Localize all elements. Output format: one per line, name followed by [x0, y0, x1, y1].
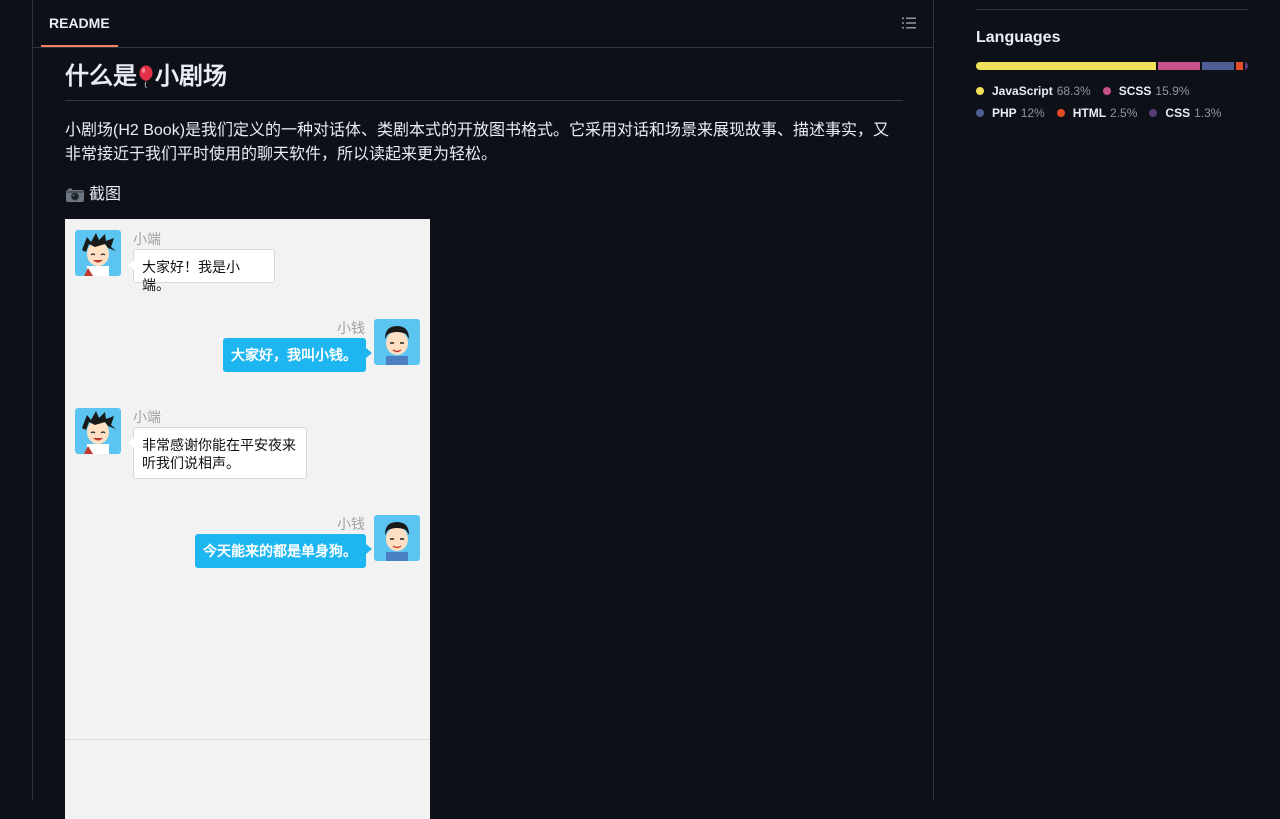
- chat-bubble-left: 大家好！我是小端。: [128, 249, 275, 293]
- chat-bubble-left: 非常感谢你能在平安夜来听我们说相声。: [128, 427, 307, 479]
- language-item-scss[interactable]: SCSS 15.9%: [1102, 82, 1190, 100]
- balloon-icon: [138, 65, 154, 89]
- language-name: PHP: [992, 106, 1017, 120]
- language-color-dot-icon: [1149, 109, 1158, 117]
- readme-intro-paragraph: 小剧场(H2 Book)是我们定义的一种对话体、类剧本式的开放图书格式。它采用对…: [65, 122, 890, 163]
- language-percent: 1.3%: [1194, 106, 1222, 120]
- language-percent: 12%: [1020, 106, 1045, 120]
- avatar-xiaoqian: [374, 515, 420, 561]
- language-item-css[interactable]: CSS 1.3%: [1149, 104, 1221, 122]
- sender-name: 小钱: [337, 320, 365, 336]
- language-color-dot-icon: [976, 109, 984, 117]
- language-bar-segment-javascript[interactable]: [976, 62, 1157, 70]
- language-item-html[interactable]: HTML 2.5%: [1056, 104, 1138, 122]
- languages-list: JavaScript 68.3% SCSS 15.9% PHP 12% HTML 2.5% CS…: [976, 82, 1248, 126]
- chat-screenshot-image: 小端 大家好！我是小端。 小钱 大家好，我叫小钱。 小端 非常感谢你能在平安夜来…: [65, 219, 430, 819]
- readme-panel: README 什么是 小剧场 小剧场(H2 Book)是我们定义的一种对话体、类…: [32, 0, 934, 819]
- chat-bubble-right: 大家好，我叫小钱。: [223, 338, 372, 372]
- readme-tab-label: README: [49, 14, 110, 31]
- screenshot-heading-text: 截图: [89, 186, 122, 203]
- language-bar-segment-scss[interactable]: [1158, 62, 1201, 70]
- readme-header: README: [33, 0, 933, 48]
- language-name: JavaScript: [992, 84, 1053, 98]
- avatar-xiaoduan: [75, 408, 121, 454]
- chat-bubble-right: 今天能来的都是单身狗。: [195, 534, 372, 568]
- language-percent: 2.5%: [1110, 106, 1138, 120]
- language-item-javascript[interactable]: JavaScript 68.3%: [976, 82, 1091, 100]
- language-color-dot-icon: [976, 87, 984, 95]
- chat-input-divider: [65, 739, 430, 740]
- language-name: CSS: [1165, 106, 1191, 120]
- language-percent: 68.3%: [1056, 84, 1091, 98]
- language-item-php[interactable]: PHP 12%: [976, 104, 1045, 122]
- readme-tab[interactable]: README: [41, 0, 118, 47]
- language-name: SCSS: [1118, 84, 1152, 98]
- readme-title: 什么是 小剧场: [65, 62, 903, 101]
- language-bar-segment-html[interactable]: [1235, 62, 1243, 70]
- sidebar-divider: [976, 9, 1248, 10]
- languages-bar: [976, 62, 1248, 70]
- sender-name: 小钱: [337, 516, 365, 532]
- languages-title: Languages: [976, 29, 1061, 46]
- sender-name: 小端: [133, 409, 161, 425]
- language-color-dot-icon: [1102, 87, 1111, 95]
- avatar-xiaoqian: [374, 319, 420, 365]
- readme-body: 什么是 小剧场 小剧场(H2 Book)是我们定义的一种对话体、类剧本式的开放图…: [65, 48, 903, 819]
- sender-name: 小端: [133, 231, 161, 247]
- list-unordered-icon[interactable]: [901, 15, 917, 31]
- screenshot-heading: 截图: [65, 183, 903, 207]
- avatar-xiaoduan: [75, 230, 121, 276]
- camera-icon: [65, 187, 85, 203]
- language-name: HTML: [1072, 106, 1107, 120]
- language-bar-segment-php[interactable]: [1202, 62, 1234, 70]
- language-bar-segment-css[interactable]: [1244, 62, 1248, 70]
- title-text-after: 小剧场: [155, 63, 227, 90]
- language-percent: 15.9%: [1155, 84, 1190, 98]
- title-text-before: 什么是: [65, 63, 137, 90]
- language-color-dot-icon: [1056, 109, 1065, 117]
